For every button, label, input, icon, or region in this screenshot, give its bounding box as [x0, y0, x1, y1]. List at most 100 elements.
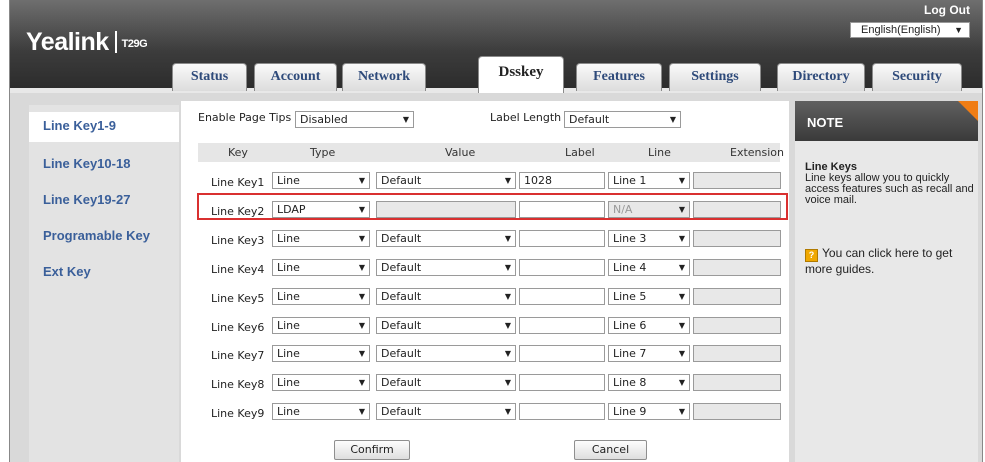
label-input[interactable]: [519, 200, 605, 218]
row-key: Line Key8: [211, 378, 265, 392]
chevron-down-icon: ▼: [504, 233, 511, 243]
label-input[interactable]: [519, 403, 605, 421]
tab-account[interactable]: Account: [254, 63, 337, 91]
sidebar-item-line-key1-9[interactable]: Line Key1-9: [29, 112, 179, 142]
tab-security[interactable]: Security: [872, 63, 962, 91]
value-select[interactable]: Default ▼: [376, 374, 516, 392]
label-input[interactable]: [519, 287, 605, 305]
page-tips-select[interactable]: Disabled ▼: [295, 111, 414, 128]
line-value: Line 1: [613, 174, 647, 187]
row-key: Line Key5: [211, 291, 265, 305]
help-icon: ?: [805, 249, 818, 262]
extension-input: [693, 345, 781, 363]
logout-link[interactable]: Log Out: [924, 3, 970, 17]
line-value: Line 8: [613, 376, 647, 390]
label-input[interactable]: 1028: [519, 172, 605, 189]
sidebar-item-line-key10-18[interactable]: Line Key10-18: [29, 150, 179, 180]
type-select[interactable]: Line ▼: [272, 403, 370, 421]
label-input[interactable]: [519, 374, 605, 392]
value-select[interactable]: Default ▼: [376, 258, 516, 276]
page-tips-label: Enable Page Tips: [198, 111, 292, 124]
tab-features[interactable]: Features: [576, 63, 662, 91]
chevron-down-icon: ▼: [358, 320, 365, 330]
column-key: Key: [228, 146, 248, 159]
line-select[interactable]: Line 7 ▼: [608, 345, 690, 363]
value-select: [376, 200, 516, 218]
type-value: Line: [277, 405, 300, 419]
guide-text: You can click here to get more guides.: [805, 246, 953, 276]
tab-status[interactable]: Status: [172, 63, 247, 91]
column-type: Type: [310, 146, 336, 159]
sidebar-item-programable-key[interactable]: Programable Key: [29, 222, 179, 252]
label-input[interactable]: [519, 229, 605, 247]
value-select[interactable]: Default ▼: [376, 172, 516, 189]
sidebar-item-ext-key[interactable]: Ext Key: [29, 258, 179, 288]
type-value: Line: [277, 376, 300, 390]
label-input[interactable]: [519, 345, 605, 363]
value-value: Default: [381, 318, 422, 332]
line-value: Line 9: [613, 405, 647, 419]
main-panel: Enable Page Tips Disabled ▼ Label Length …: [181, 101, 789, 462]
note-header: NOTE: [795, 101, 978, 141]
type-select[interactable]: Line ▼: [272, 287, 370, 305]
label-input[interactable]: [519, 258, 605, 276]
chevron-down-icon: ▼: [358, 407, 365, 417]
value-select[interactable]: Default ▼: [376, 229, 516, 247]
type-select[interactable]: Line ▼: [272, 229, 370, 247]
value-select[interactable]: Default ▼: [376, 403, 516, 421]
line-select[interactable]: Line 8 ▼: [608, 374, 690, 392]
tab-dsskey[interactable]: Dsskey: [478, 56, 564, 93]
type-select[interactable]: Line ▼: [272, 316, 370, 334]
table-row: Line Key1 Line ▼ Default ▼ 1028 Line 1 ▼: [181, 169, 789, 198]
sidebar-item-line-key19-27[interactable]: Line Key19-27: [29, 186, 179, 216]
yealink-logo: Yealink T29G: [26, 28, 148, 57]
chevron-down-icon: ▼: [504, 349, 511, 359]
note-panel: NOTE Line Keys Line keys allow you to qu…: [795, 101, 978, 462]
label-length-select[interactable]: Default ▼: [564, 111, 681, 128]
value-select[interactable]: Default ▼: [376, 287, 516, 305]
chevron-down-icon: ▼: [678, 262, 685, 272]
line-value: Line 6: [613, 318, 647, 332]
line-select[interactable]: Line 9 ▼: [608, 403, 690, 421]
type-value: Line: [277, 289, 300, 303]
table-row: Line Key6 Line ▼ Default ▼ Line 6 ▼: [181, 314, 789, 343]
cancel-button[interactable]: Cancel: [574, 440, 647, 460]
chevron-down-icon: ▼: [504, 291, 511, 301]
guide-link[interactable]: ? You can click here to get more guides.: [805, 246, 975, 276]
chevron-down-icon: ▼: [669, 115, 676, 124]
column-value: Value: [445, 146, 476, 159]
line-select[interactable]: N/A ▼: [608, 200, 690, 218]
line-select[interactable]: Line 4 ▼: [608, 258, 690, 276]
language-select[interactable]: English(English) ▼: [850, 22, 970, 38]
type-select[interactable]: Line ▼: [272, 172, 370, 189]
row-key: Line Key6: [211, 320, 265, 334]
label-input[interactable]: [519, 316, 605, 334]
note-text: Line keys allow you to quickly access fe…: [805, 172, 974, 206]
line-select[interactable]: Line 3 ▼: [608, 229, 690, 247]
extension-input: [693, 403, 781, 421]
type-select[interactable]: Line ▼: [272, 258, 370, 276]
chevron-down-icon: ▼: [504, 176, 511, 185]
value-select[interactable]: Default ▼: [376, 316, 516, 334]
tab-network[interactable]: Network: [342, 63, 426, 91]
tab-directory[interactable]: Directory: [777, 63, 865, 91]
line-select[interactable]: Line 5 ▼: [608, 287, 690, 305]
line-select[interactable]: Line 1 ▼: [608, 172, 690, 189]
type-select[interactable]: Line ▼: [272, 374, 370, 392]
value-select[interactable]: Default ▼: [376, 345, 516, 363]
line-select[interactable]: Line 6 ▼: [608, 316, 690, 334]
value-value: Default: [381, 231, 422, 245]
table-row: Line Key4 Line ▼ Default ▼ Line 4 ▼: [181, 256, 789, 285]
type-value: Line: [277, 260, 300, 274]
value-value: Default: [381, 289, 422, 303]
line-value: Line 3: [613, 231, 647, 245]
chevron-down-icon: ▼: [678, 204, 685, 214]
value-value: Default: [381, 405, 422, 419]
tab-settings[interactable]: Settings: [669, 63, 761, 91]
extension-input: [693, 229, 781, 247]
chevron-down-icon: ▼: [678, 233, 685, 243]
table-row: Line Key5 Line ▼ Default ▼ Line 5 ▼: [181, 285, 789, 314]
confirm-button[interactable]: Confirm: [334, 440, 410, 460]
type-select[interactable]: LDAP ▼: [272, 200, 370, 218]
type-select[interactable]: Line ▼: [272, 345, 370, 363]
